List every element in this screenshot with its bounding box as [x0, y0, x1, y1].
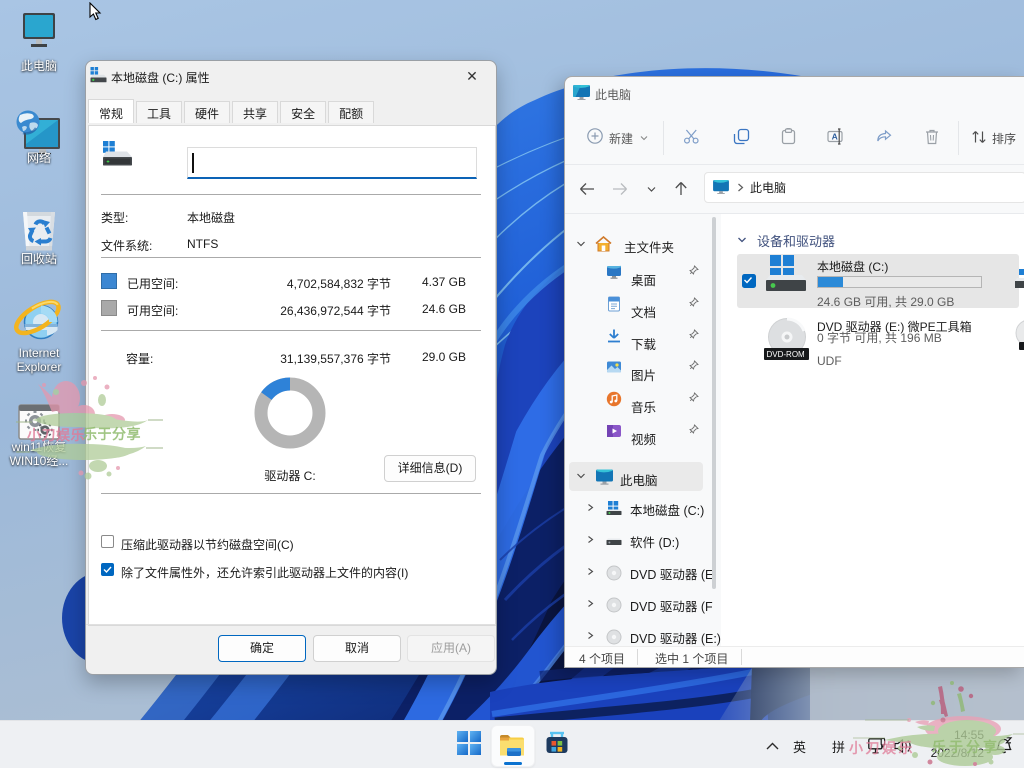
svg-text:DVD-ROM: DVD-ROM	[767, 350, 806, 359]
svg-text:A: A	[832, 132, 838, 142]
